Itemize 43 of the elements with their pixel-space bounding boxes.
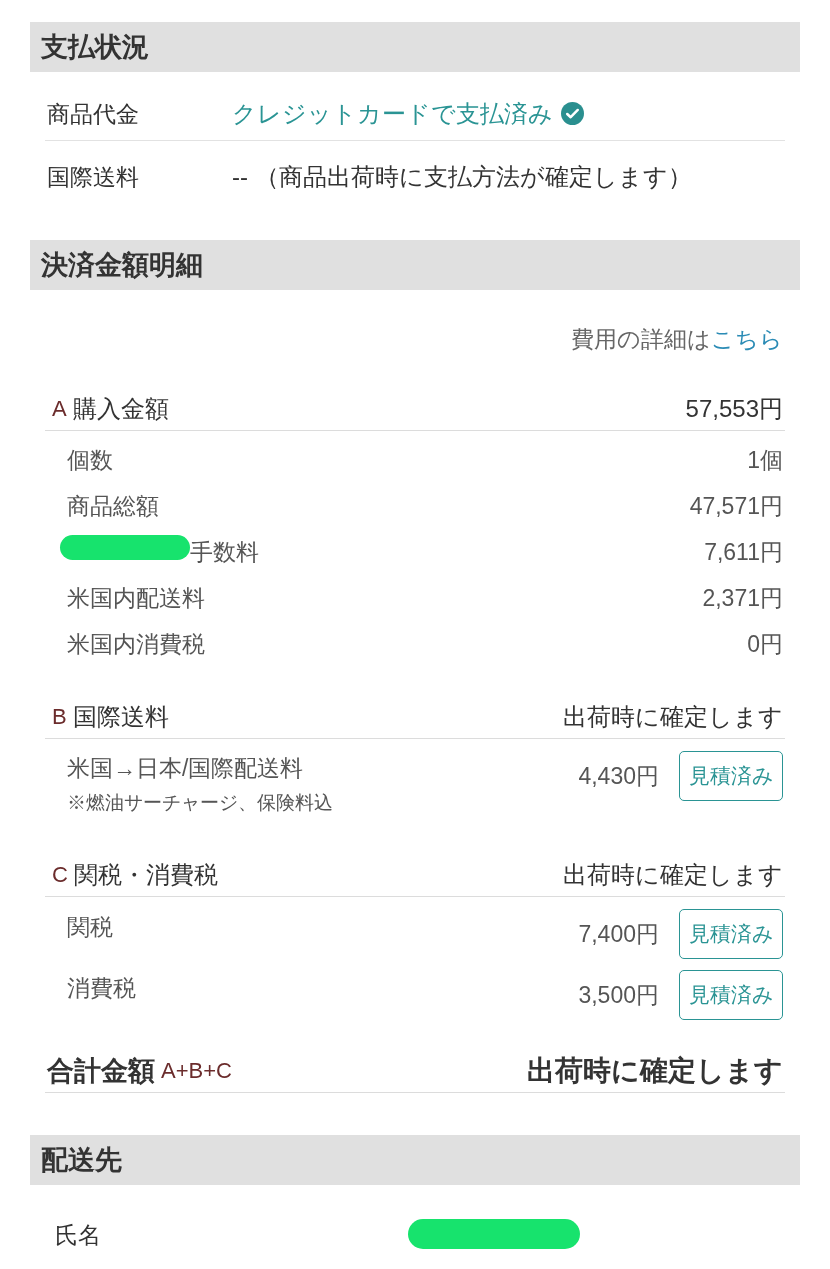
item-amount: 4,430円 [578,762,659,791]
row-label: 商品代金 [46,99,140,129]
payment-status-text: -- （商品出荷時に支払方法が確定します） [232,162,692,192]
row-label: 国際送料 [46,163,140,192]
item-label: 米国内配送料 [67,584,205,613]
group-letter: B [52,703,67,731]
item-amount: 0円 [747,630,783,659]
group-amount: 出荷時に確定します [563,860,783,890]
group-letter: A [52,395,67,423]
check-circle-icon [561,102,584,125]
item-amount: 2,371円 [702,584,783,613]
item-amount: 1個 [747,446,783,475]
group-title: 購入金額 [72,394,169,424]
section-header: 支払状況 [30,22,800,72]
item-amount: 7,611円 [704,538,783,567]
row-label: 氏名 [54,1221,102,1250]
item-label: 米国→日本/国際配送料 [67,754,305,783]
item-note: ※燃油サーチャージ、保険料込 [67,791,333,815]
group-title: 関税・消費税 [73,860,218,890]
group-amount: 出荷時に確定します [563,702,783,732]
total-formula: A+B+C [161,1057,232,1085]
item-label: 手数料 [190,538,259,567]
payment-status-text: クレジットカードで支払済み [232,98,553,129]
group-letter: C [52,861,68,889]
item-label: 商品総額 [67,492,159,521]
item-label: 個数 [67,446,113,475]
details-link[interactable]: こちら [711,326,783,352]
estimated-badge: 見積済み [679,751,783,801]
estimated-badge: 見積済み [679,970,783,1020]
group-title: 国際送料 [72,702,169,732]
estimated-badge: 見積済み [679,909,783,959]
item-label: 消費税 [67,974,136,1003]
item-amount: 7,400円 [578,920,659,949]
item-label: 関税 [67,913,113,942]
total-amount: 出荷時に確定します [527,1054,783,1088]
item-label: 米国内消費税 [67,630,205,659]
details-text: 費用の詳細は こちら [571,325,783,354]
group-amount: 57,553円 [685,394,783,424]
item-amount: 47,571円 [689,492,783,521]
section-header: 配送先 [30,1135,800,1185]
total-label: 合計金額 [47,1055,155,1088]
section-header: 決済金額明細 [30,240,800,290]
item-amount: 3,500円 [578,981,659,1010]
